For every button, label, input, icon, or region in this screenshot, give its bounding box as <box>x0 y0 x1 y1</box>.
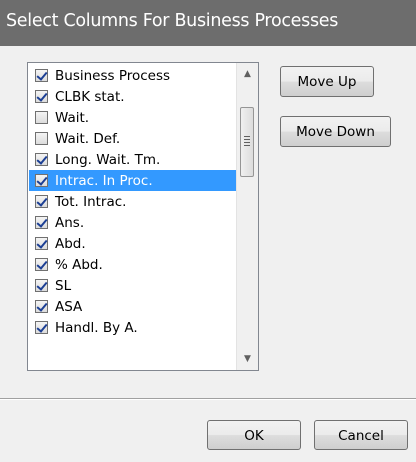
unchecked-checkbox[interactable] <box>35 132 48 145</box>
column-list-item[interactable]: Intrac. In Proc. <box>29 170 236 191</box>
thumb-grip-line <box>244 145 250 146</box>
ok-button[interactable]: OK <box>207 420 301 450</box>
column-item-label: Wait. Def. <box>55 130 121 147</box>
checked-checkbox[interactable] <box>35 258 48 271</box>
select-columns-dialog: Select Columns For Business Processes Bu… <box>0 0 416 462</box>
columns-list: Business Process CLBK stat. Wait. Wait. Def… <box>29 65 236 338</box>
column-item-label: Ans. <box>55 214 85 231</box>
scroll-down-arrow-icon[interactable]: ▼ <box>237 350 258 368</box>
column-list-item[interactable]: Handl. By A. <box>29 317 236 338</box>
unchecked-checkbox[interactable] <box>35 111 48 124</box>
column-item-label: Wait. <box>55 109 90 126</box>
move-down-button[interactable]: Move Down <box>280 116 391 147</box>
checked-checkbox[interactable] <box>35 279 48 292</box>
column-list-item[interactable]: SL <box>29 275 236 296</box>
dialog-body: Business Process CLBK stat. Wait. Wait. Def… <box>0 46 416 462</box>
checked-checkbox[interactable] <box>35 90 48 103</box>
columns-listbox[interactable]: Business Process CLBK stat. Wait. Wait. Def… <box>27 62 259 371</box>
column-item-label: ASA <box>55 298 83 315</box>
dialog-title: Select Columns For Business Processes <box>6 11 339 31</box>
dialog-separator <box>0 398 416 400</box>
column-list-item[interactable]: Wait. <box>29 107 236 128</box>
column-list-item[interactable]: ASA <box>29 296 236 317</box>
column-list-item[interactable]: Long. Wait. Tm. <box>29 149 236 170</box>
list-scrollbar[interactable]: ▲ ▼ <box>236 63 258 370</box>
column-item-label: % Abd. <box>55 256 103 273</box>
scroll-thumb[interactable] <box>240 107 254 177</box>
checked-checkbox[interactable] <box>35 237 48 250</box>
thumb-grip-line <box>244 142 250 143</box>
thumb-grip-line <box>244 136 250 137</box>
column-item-label: Abd. <box>55 235 86 252</box>
checked-checkbox[interactable] <box>35 153 48 166</box>
checked-checkbox[interactable] <box>35 174 48 187</box>
thumb-grip-line <box>244 139 250 140</box>
column-list-item[interactable]: Tot. Intrac. <box>29 191 236 212</box>
column-item-label: Business Process <box>55 67 171 84</box>
column-item-label: Handl. By A. <box>55 319 138 336</box>
column-item-label: Long. Wait. Tm. <box>55 151 161 168</box>
column-item-label: Intrac. In Proc. <box>55 172 153 189</box>
cancel-button[interactable]: Cancel <box>314 420 408 450</box>
column-item-label: Tot. Intrac. <box>55 193 127 210</box>
column-list-item[interactable]: Wait. Def. <box>29 128 236 149</box>
column-list-item[interactable]: CLBK stat. <box>29 86 236 107</box>
column-item-label: CLBK stat. <box>55 88 125 105</box>
checked-checkbox[interactable] <box>35 300 48 313</box>
checked-checkbox[interactable] <box>35 216 48 229</box>
column-list-item[interactable]: Business Process <box>29 65 236 86</box>
checked-checkbox[interactable] <box>35 195 48 208</box>
column-list-item[interactable]: % Abd. <box>29 254 236 275</box>
column-list-item[interactable]: Abd. <box>29 233 236 254</box>
move-up-button[interactable]: Move Up <box>280 66 374 97</box>
scroll-up-arrow-icon[interactable]: ▲ <box>237 65 258 83</box>
column-item-label: SL <box>55 277 72 294</box>
checked-checkbox[interactable] <box>35 321 48 334</box>
column-list-item[interactable]: Ans. <box>29 212 236 233</box>
dialog-title-bar[interactable]: Select Columns For Business Processes <box>0 0 416 46</box>
checked-checkbox[interactable] <box>35 69 48 82</box>
